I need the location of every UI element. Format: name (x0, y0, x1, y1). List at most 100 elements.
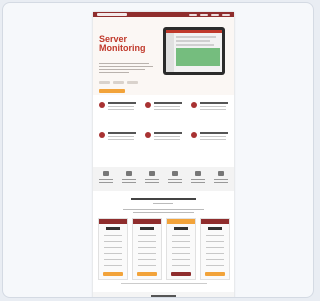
hero-chip[interactable] (127, 81, 138, 84)
feature-text (108, 139, 134, 141)
feature-title (154, 132, 182, 134)
hero-title-line-2: Monitoring (99, 43, 146, 53)
stat-item (143, 171, 161, 187)
dashboard-header (166, 30, 222, 33)
pricing-plan-card (200, 218, 230, 280)
plan-header (133, 219, 161, 224)
plan-feature (104, 259, 122, 261)
plan-header (99, 219, 127, 224)
dashboard-sidebar (166, 33, 174, 72)
pricing-description (133, 212, 194, 214)
hero-text-line (99, 69, 145, 71)
site-logo[interactable] (97, 13, 127, 16)
plan-feature (172, 247, 190, 249)
pricing-plan-card (132, 218, 162, 280)
stat-label (145, 182, 159, 184)
pricing-footnote (121, 283, 207, 285)
feature-text (154, 136, 180, 138)
footer-section (93, 292, 234, 297)
feature-icon (145, 102, 151, 108)
feature-item (99, 102, 139, 126)
dashboard-screenshot (166, 30, 222, 72)
stat-icon (218, 171, 224, 176)
pricing-plan-card (98, 218, 128, 280)
hero-chip[interactable] (99, 81, 110, 84)
tablet-mockup-image (163, 27, 225, 75)
plan-feature (104, 241, 122, 243)
feature-text (200, 136, 226, 138)
footer-heading (151, 295, 176, 297)
plan-feature (172, 235, 190, 237)
stats-strip (93, 167, 234, 191)
feature-text (108, 109, 134, 111)
stat-icon (195, 171, 201, 176)
feature-text (154, 109, 180, 111)
stat-label (168, 182, 182, 184)
stat-item (166, 171, 184, 187)
hero-chip[interactable] (113, 81, 124, 84)
plan-header (201, 219, 229, 224)
plan-price (174, 227, 188, 230)
hero-cta-button[interactable] (99, 89, 125, 93)
feature-text (200, 106, 226, 108)
plan-feature (104, 265, 122, 267)
feature-item (99, 132, 139, 156)
feature-text (108, 136, 134, 138)
feature-icon (99, 132, 105, 138)
hero-section: Server Monitoring (93, 17, 234, 95)
nav-link[interactable] (211, 13, 219, 16)
top-nav-links (189, 13, 230, 16)
dashboard-row (176, 44, 214, 46)
nav-link[interactable] (200, 13, 208, 16)
stat-label (191, 179, 205, 181)
feature-item (191, 132, 231, 156)
hero-text-line (99, 66, 153, 68)
plan-price (140, 227, 154, 230)
feature-text (154, 106, 180, 108)
plan-feature (104, 247, 122, 249)
plan-select-button[interactable] (205, 272, 225, 276)
stat-label (99, 182, 113, 184)
feature-item (145, 102, 185, 126)
stat-item (120, 171, 138, 187)
nav-link[interactable] (189, 13, 197, 16)
plan-select-button[interactable] (137, 272, 157, 276)
plan-feature (138, 259, 156, 261)
feature-icon (191, 132, 197, 138)
hero-text-line (99, 72, 129, 74)
stat-label (168, 179, 182, 181)
feature-title (108, 132, 136, 134)
pricing-description (123, 209, 204, 211)
plan-price (106, 227, 120, 230)
feature-text (200, 139, 226, 141)
plan-feature (206, 235, 224, 237)
feature-text (200, 109, 226, 111)
pricing-heading (131, 198, 196, 200)
plan-feature (138, 235, 156, 237)
plan-header (167, 219, 195, 224)
dashboard-row (176, 36, 216, 38)
stat-item (189, 171, 207, 187)
plan-feature (206, 253, 224, 255)
feature-text (108, 106, 134, 108)
plan-feature (104, 253, 122, 255)
plan-select-button[interactable] (171, 272, 191, 276)
plan-feature (206, 265, 224, 267)
plan-feature (138, 247, 156, 249)
dashboard-row (176, 40, 210, 42)
feature-item (191, 102, 231, 126)
webpage-thumbnail[interactable]: Server Monitoring (93, 12, 234, 297)
feature-item (145, 132, 185, 156)
feature-title (154, 102, 182, 104)
stat-label (214, 179, 228, 181)
feature-icon (145, 132, 151, 138)
feature-title (200, 102, 228, 104)
stat-icon (103, 171, 109, 176)
stat-item (212, 171, 230, 187)
stat-item (97, 171, 115, 187)
plan-select-button[interactable] (103, 272, 123, 276)
hero-text-line (99, 63, 149, 65)
nav-link[interactable] (222, 13, 230, 16)
plan-feature (206, 241, 224, 243)
dashboard-chart (176, 48, 220, 66)
